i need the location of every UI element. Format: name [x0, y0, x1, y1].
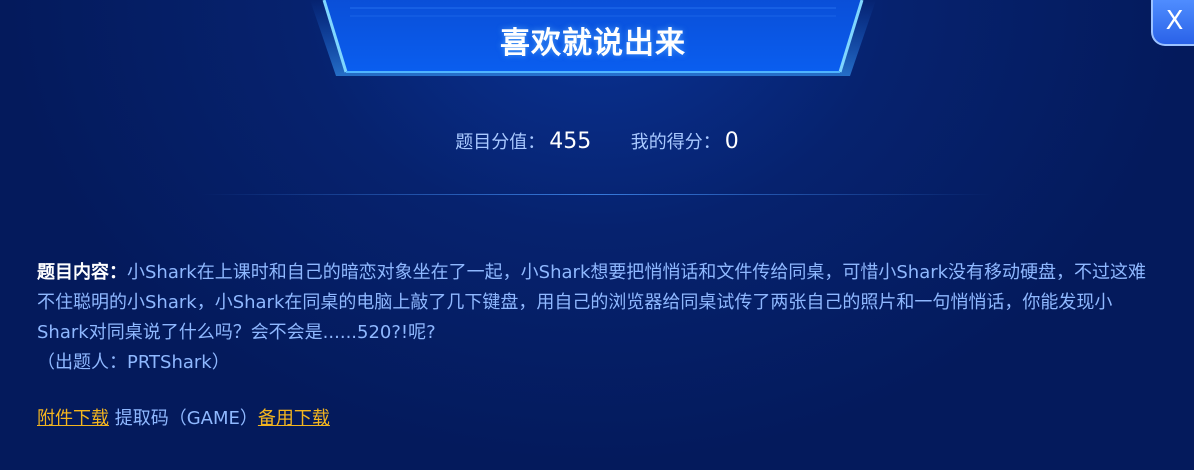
score-value-label: 题目分值： [455, 132, 546, 153]
close-icon: X [1165, 6, 1184, 36]
content-text: 小Shark在上课时和自己的暗恋对象坐在了一起，小Shark想要把悄悄话和文件传… [37, 262, 1147, 343]
content-label: 题目内容： [37, 262, 127, 283]
challenge-description: 题目内容：小Shark在上课时和自己的暗恋对象坐在了一起，小Shark想要把悄悄… [37, 258, 1147, 378]
extraction-code-text: 提取码（GAME） [114, 408, 258, 429]
challenge-dialog: 喜欢就说出来 X 题目分值： 455 我的得分： 0 题目内容：小Shark在上课时… [0, 0, 1194, 470]
download-links: 附件下载 提取码（GAME）备用下载 [37, 404, 330, 434]
backup-download-link[interactable]: 备用下载 [258, 408, 330, 429]
author-text: （出题人：PRTShark） [37, 352, 230, 373]
dialog-title: 喜欢就说出来 [500, 26, 686, 61]
my-score-value: 0 [724, 129, 739, 154]
score-row: 题目分值： 455 我的得分： 0 [0, 128, 1194, 154]
close-button[interactable]: X [1151, 0, 1194, 46]
my-score-label: 我的得分： [630, 132, 721, 153]
divider [200, 194, 994, 195]
attachment-download-link[interactable]: 附件下载 [37, 408, 109, 429]
score-value: 455 [549, 129, 592, 154]
title-banner: 喜欢就说出来 [310, 0, 876, 76]
